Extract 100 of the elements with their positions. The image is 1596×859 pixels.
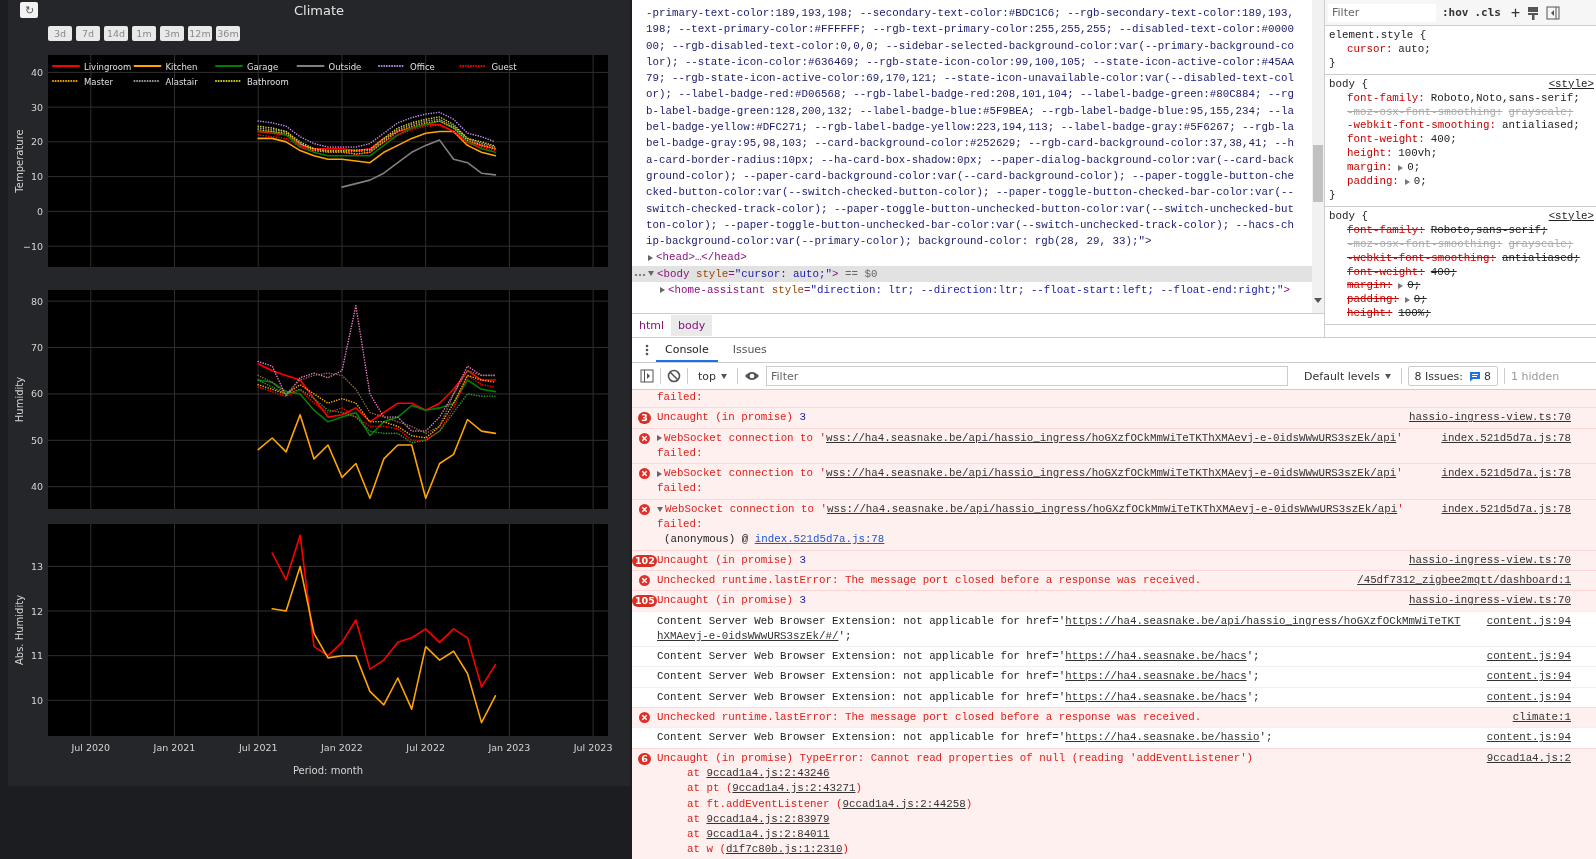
y-tick-label: 0: [36, 205, 43, 217]
brush-icon[interactable]: [1526, 5, 1541, 20]
message-text: ): [965, 796, 973, 812]
source-link[interactable]: content.js:94: [1486, 613, 1571, 629]
message-text: ';: [1246, 649, 1260, 665]
message-link[interactable]: wss://ha4.seasnake.be/api/hassio_ingress/hoGXzfOCkMmWiTeTKThXMAevj-e-0idsWWwURS3szEk/api: [826, 430, 1397, 446]
clear-icon[interactable]: [667, 369, 681, 383]
y-axis-title: Temperature: [14, 129, 25, 193]
message-link[interactable]: 9ccad1a4.js:2:43271: [732, 781, 856, 797]
sidebar-icon[interactable]: [640, 369, 654, 383]
expand-icon[interactable]: [648, 271, 654, 277]
source-link[interactable]: /45df7312_zigbee2mqtt/dashboard:1: [1357, 572, 1571, 589]
legend-line-icon: [52, 80, 80, 82]
context-dropdown[interactable]: top: [694, 369, 732, 383]
source-link[interactable]: <style>: [1548, 209, 1594, 224]
filter-field[interactable]: Filter: [1328, 3, 1436, 22]
y-axis-title: Abs. Humidity: [14, 594, 25, 666]
expand-icon[interactable]: [1404, 179, 1410, 185]
source-link[interactable]: hassio-ingress-view.ts:70: [1409, 593, 1571, 609]
eye-icon[interactable]: [744, 370, 761, 382]
y-tick-label: 40: [30, 66, 43, 78]
class-button[interactable]: .cls: [1474, 6, 1501, 19]
message-link[interactable]: https://ha4.seasnake.be/hacs: [1065, 669, 1247, 685]
legend-label[interactable]: Bathroom: [247, 76, 289, 87]
dom-node[interactable]: <body style="cursor: auto;"> == $0: [632, 265, 1312, 283]
source-link[interactable]: content.js:94: [1486, 649, 1571, 665]
legend-label[interactable]: Outside: [328, 61, 362, 72]
css-brace: }: [1329, 56, 1337, 71]
legend-label[interactable]: Office: [410, 61, 435, 72]
filter-field[interactable]: Filter: [766, 366, 1289, 386]
attribute-value-line: lor); --state-icon-color:#636469; --rgb-state-icon-color:99,100,105; --state-icon-active-color:#45AA: [646, 54, 1295, 70]
message-text: Uncaught (in promise): [657, 552, 794, 568]
source-link[interactable]: index.521d5d7a.js:78: [1441, 501, 1571, 518]
message-link[interactable]: https://ha4.seasnake.be/hacs: [1065, 649, 1247, 665]
expand-icon[interactable]: [657, 506, 663, 512]
legend-line-icon: [215, 80, 243, 82]
expand-icon[interactable]: [657, 470, 662, 477]
tag-text: <home-assistant: [668, 283, 766, 299]
source-link[interactable]: 9ccad1a4.js:2: [1486, 750, 1571, 766]
y-tick-label: 60: [30, 388, 43, 400]
source-link[interactable]: hassio-ingress-view.ts:70: [1409, 552, 1571, 568]
message-text: at pt (: [687, 781, 733, 797]
breadcrumb[interactable]: html: [632, 315, 672, 336]
tag-text: =: [728, 266, 735, 282]
sidebar-toggle-icon[interactable]: [1546, 5, 1561, 20]
source-link[interactable]: content.js:94: [1486, 669, 1571, 685]
y-tick-label: 10: [30, 171, 43, 183]
tag-text: >: [832, 266, 839, 282]
message-link[interactable]: wss://ha4.seasnake.be/api/hassio_ingress/hoGXzfOCkMmWiTeTKThXMAevj-e-0idsWWwURS3szEk/api: [827, 501, 1398, 518]
legend-label[interactable]: Master: [84, 76, 114, 87]
message-link[interactable]: 9ccad1a4.js:2:84011: [706, 827, 830, 843]
y-tick-label: 10: [30, 694, 43, 706]
message-text: (anonymous) @: [664, 532, 749, 548]
source-link[interactable]: hassio-ingress-view.ts:70: [1409, 410, 1571, 426]
property-value: auto;: [1398, 42, 1431, 57]
legend-label[interactable]: Guest: [491, 61, 517, 72]
y-tick-label: 70: [30, 342, 43, 354]
dom-node[interactable]: <home-assistant style="direction: ltr; --direction:ltr; --float-start:left; --float-end:right;">: [632, 282, 1312, 299]
scrollbar-thumb[interactable]: [1313, 145, 1323, 202]
message-link[interactable]: https://ha4.seasnake.be/api/hassio_ingress/hoGXzfOCkMmWiTeTKT: [1065, 613, 1461, 629]
legend-label[interactable]: Garage: [247, 61, 279, 72]
message-link[interactable]: https://ha4.seasnake.be/hacs: [1065, 689, 1247, 706]
legend-label[interactable]: Livingroom: [84, 61, 132, 72]
message-link[interactable]: 9ccad1a4.js:2:44258: [842, 796, 966, 812]
legend-label[interactable]: Alastair: [165, 76, 198, 87]
new-rule-button[interactable]: +: [1511, 3, 1521, 22]
source-link[interactable]: <style>: [1548, 77, 1594, 92]
property-value: antialiased;: [1502, 119, 1580, 134]
legend-label[interactable]: Kitchen: [165, 61, 198, 72]
issues-button[interactable]: 8 Issues: 8: [1407, 366, 1498, 386]
scroll-down-icon[interactable]: [1314, 298, 1322, 303]
message-link[interactable]: 9ccad1a4.js:2:43246: [706, 765, 830, 782]
source-link[interactable]: index.521d5d7a.js:78: [1441, 430, 1571, 446]
menu-icon[interactable]: [644, 343, 650, 357]
message-link[interactable]: index.521d5d7a.js:78: [754, 532, 885, 548]
source-link[interactable]: content.js:94: [1486, 730, 1571, 746]
message-link[interactable]: hXMAevj-e-0idsWWwURS3szEk/#/: [657, 628, 839, 645]
expand-icon[interactable]: [657, 435, 662, 442]
expand-icon[interactable]: [660, 287, 665, 294]
source-link[interactable]: index.521d5d7a.js:78: [1441, 466, 1571, 482]
x-axis-title: Period: month: [292, 765, 364, 776]
hover-state-button[interactable]: :hov: [1442, 6, 1469, 19]
tab[interactable]: Issues: [723, 338, 776, 362]
tab[interactable]: Console: [656, 338, 718, 362]
more-icon[interactable]: [634, 272, 646, 277]
expand-icon[interactable]: [648, 254, 653, 261]
message-link[interactable]: d1f7c80b.js:1:2310: [725, 842, 843, 858]
message-text: Content Server Web Browser Extension: not applicable for href=': [657, 730, 1066, 746]
source-link[interactable]: climate:1: [1512, 710, 1571, 726]
refresh-button[interactable]: ↻: [20, 2, 38, 18]
message-link[interactable]: 9ccad1a4.js:2:83979: [706, 811, 830, 828]
count-badge: 102: [632, 554, 657, 567]
breadcrumb[interactable]: body: [671, 315, 713, 336]
levels-dropdown[interactable]: Default levels: [1300, 369, 1395, 383]
source-link[interactable]: content.js:94: [1486, 689, 1571, 706]
property-name: font-weight:: [1347, 133, 1425, 148]
message-link[interactable]: https://ha4.seasnake.be/hassio: [1065, 730, 1260, 746]
dom-node[interactable]: <head>…</head>: [632, 249, 1312, 266]
property-value: 400;: [1430, 133, 1457, 148]
message-link[interactable]: wss://ha4.seasnake.be/api/hassio_ingress/hoGXzfOCkMmWiTeTKThXMAevj-e-0idsWWwURS3szEk/api: [826, 466, 1397, 482]
